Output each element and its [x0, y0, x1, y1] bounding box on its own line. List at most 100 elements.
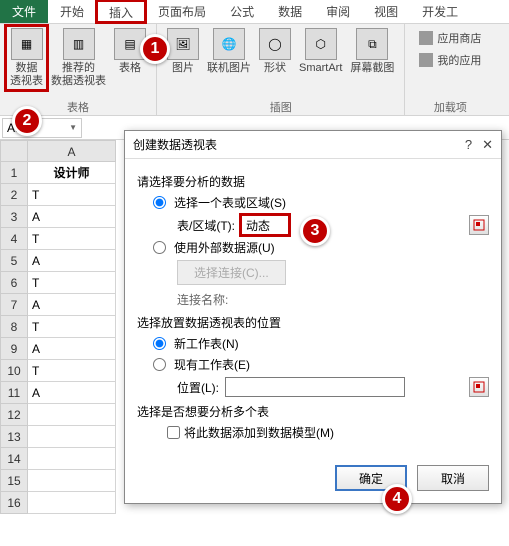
- row-header[interactable]: 9: [0, 338, 28, 360]
- cell[interactable]: A: [28, 338, 116, 360]
- tab-view[interactable]: 视图: [362, 0, 410, 23]
- checkbox-data-model-label: 将此数据添加到数据模型(M): [184, 424, 334, 441]
- row-header[interactable]: 6: [0, 272, 28, 294]
- cell[interactable]: [28, 404, 116, 426]
- ribbon-group-addins: 应用商店 我的应用 加载项: [405, 24, 495, 115]
- online-picture-label: 联机图片: [207, 62, 251, 75]
- close-icon[interactable]: ✕: [482, 137, 493, 153]
- select-all-corner[interactable]: [0, 140, 28, 162]
- row-header[interactable]: 12: [0, 404, 28, 426]
- pivot-table-label: 数据 透视表: [10, 62, 43, 88]
- row-header[interactable]: 5: [0, 250, 28, 272]
- step-badge-3: 3: [300, 216, 330, 246]
- recommended-pivot-button[interactable]: ▥ 推荐的 数据透视表: [47, 26, 110, 90]
- cell[interactable]: [28, 426, 116, 448]
- recommended-pivot-label: 推荐的 数据透视表: [51, 62, 106, 88]
- ribbon-tabs: 文件 开始 插入 页面布局 公式 数据 审阅 视图 开发工: [0, 0, 509, 24]
- range-input[interactable]: [241, 215, 289, 235]
- row-header[interactable]: 2: [0, 184, 28, 206]
- location-label: 位置(L):: [177, 379, 219, 396]
- screenshot-label: 屏幕截图: [350, 62, 394, 75]
- picture-icon: 🖼: [167, 28, 199, 60]
- range-picker-icon: [473, 381, 485, 393]
- online-picture-button[interactable]: 🌐联机图片: [203, 26, 255, 77]
- screenshot-button[interactable]: ⧉ 屏幕截图: [346, 26, 398, 77]
- pivot-table-button[interactable]: ▦ 数据 透视表: [6, 26, 47, 90]
- tab-data[interactable]: 数据: [266, 0, 314, 23]
- option-data-model[interactable]: 将此数据添加到数据模型(M): [167, 424, 489, 441]
- myapps-icon: [419, 53, 433, 67]
- row-header[interactable]: 11: [0, 382, 28, 404]
- row-header[interactable]: 1: [0, 162, 28, 184]
- option-new-sheet[interactable]: 新工作表(N): [153, 335, 489, 352]
- row-header[interactable]: 8: [0, 316, 28, 338]
- radio-select-table-label: 选择一个表或区域(S): [174, 194, 286, 211]
- pivot-table-icon: ▦: [11, 28, 43, 60]
- row-header[interactable]: 4: [0, 228, 28, 250]
- cell[interactable]: A: [28, 250, 116, 272]
- row-header[interactable]: 3: [0, 206, 28, 228]
- my-apps-button[interactable]: 我的应用: [419, 52, 481, 68]
- location-picker-button[interactable]: [469, 377, 489, 397]
- row-header[interactable]: 16: [0, 492, 28, 514]
- cell[interactable]: T: [28, 184, 116, 206]
- cell[interactable]: T: [28, 316, 116, 338]
- smartart-button[interactable]: ⬡SmartArt: [295, 26, 346, 77]
- myapps-label: 我的应用: [437, 52, 481, 68]
- section-analyze-label: 请选择要分析的数据: [137, 173, 489, 190]
- radio-external-data-label: 使用外部数据源(U): [174, 239, 275, 256]
- range-picker-button[interactable]: [469, 215, 489, 235]
- screenshot-icon: ⧉: [356, 28, 388, 60]
- row-header[interactable]: 15: [0, 470, 28, 492]
- step-badge-2: 2: [12, 106, 42, 136]
- dialog-title: 创建数据透视表: [133, 136, 217, 153]
- row-header[interactable]: 10: [0, 360, 28, 382]
- smartart-label: SmartArt: [299, 62, 342, 75]
- cell[interactable]: A: [28, 294, 116, 316]
- app-store-button[interactable]: 应用商店: [419, 30, 481, 46]
- connection-name-label: 连接名称:: [177, 291, 489, 308]
- tab-insert[interactable]: 插入: [96, 0, 146, 23]
- tab-home[interactable]: 开始: [48, 0, 96, 23]
- tab-page-layout[interactable]: 页面布局: [146, 0, 218, 23]
- radio-new-sheet[interactable]: [153, 337, 166, 350]
- option-select-table[interactable]: 选择一个表或区域(S): [153, 194, 489, 211]
- group-label-illustrations: 插图: [270, 99, 292, 113]
- cancel-button[interactable]: 取消: [417, 465, 489, 491]
- checkbox-data-model[interactable]: [167, 426, 180, 439]
- store-label: 应用商店: [437, 30, 481, 46]
- cell[interactable]: A: [28, 206, 116, 228]
- tab-developer[interactable]: 开发工: [410, 0, 470, 23]
- range-picker-icon: [473, 219, 485, 231]
- ribbon-group-illustrations: 🖼 图片 🌐联机图片 ◯形状 ⬡SmartArt ⧉ 屏幕截图 插图: [157, 24, 405, 115]
- shapes-icon: ◯: [259, 28, 291, 60]
- cell[interactable]: [28, 470, 116, 492]
- cell[interactable]: [28, 492, 116, 514]
- radio-existing-sheet-label: 现有工作表(E): [174, 356, 250, 373]
- cell[interactable]: [28, 448, 116, 470]
- radio-existing-sheet[interactable]: [153, 358, 166, 371]
- row-header[interactable]: 7: [0, 294, 28, 316]
- help-icon[interactable]: ?: [465, 137, 472, 153]
- tab-formula[interactable]: 公式: [218, 0, 266, 23]
- radio-select-table[interactable]: [153, 196, 166, 209]
- shapes-button[interactable]: ◯形状: [255, 26, 295, 77]
- section-place-label: 选择放置数据透视表的位置: [137, 314, 489, 331]
- option-existing-sheet[interactable]: 现有工作表(E): [153, 356, 489, 373]
- tab-review[interactable]: 审阅: [314, 0, 362, 23]
- table-label: 表格: [119, 62, 141, 75]
- column-header-a[interactable]: A: [28, 140, 116, 162]
- create-pivot-dialog: 创建数据透视表 ? ✕ 请选择要分析的数据 选择一个表或区域(S) 表/区域(T…: [124, 130, 502, 504]
- radio-external-data[interactable]: [153, 241, 166, 254]
- tab-file[interactable]: 文件: [0, 0, 48, 23]
- row-header[interactable]: 14: [0, 448, 28, 470]
- location-input[interactable]: [225, 377, 405, 397]
- row-header[interactable]: 13: [0, 426, 28, 448]
- cell[interactable]: T: [28, 360, 116, 382]
- picture-label: 图片: [172, 62, 194, 75]
- chevron-down-icon: ▼: [69, 123, 77, 132]
- cell[interactable]: T: [28, 228, 116, 250]
- cell[interactable]: A: [28, 382, 116, 404]
- cell[interactable]: T: [28, 272, 116, 294]
- cell[interactable]: 设计师: [28, 162, 116, 184]
